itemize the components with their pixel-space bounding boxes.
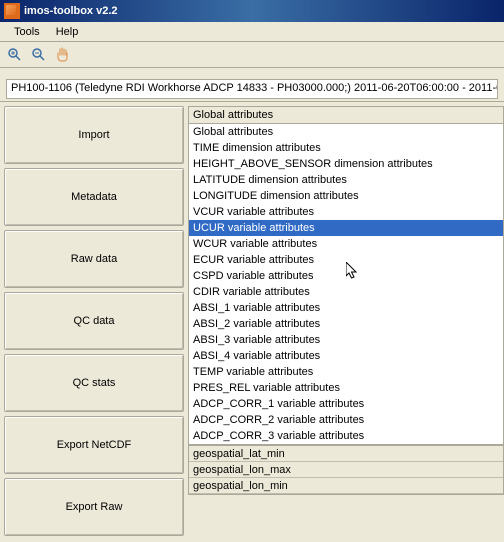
attributes-list[interactable]: Global attributesTIME dimension attribut… — [188, 124, 504, 445]
list-item[interactable]: ABSI_3 variable attributes — [189, 332, 503, 348]
list-item[interactable]: ADCP_CORR_1 variable attributes — [189, 396, 503, 412]
export-netcdf-button[interactable]: Export NetCDF — [4, 416, 184, 474]
breadcrumb-bar: PH100-1106 (Teledyne RDI Workhorse ADCP … — [0, 76, 504, 102]
list-item[interactable]: WCUR variable attributes — [189, 236, 503, 252]
list-item[interactable]: ABSI_1 variable attributes — [189, 300, 503, 316]
menu-tools[interactable]: Tools — [6, 24, 48, 40]
list-item[interactable]: geospatial_lon_min — [189, 478, 503, 494]
metadata-button[interactable]: Metadata — [4, 168, 184, 226]
list-item[interactable]: VCUR variable attributes — [189, 204, 503, 220]
list-item[interactable]: LATITUDE dimension attributes — [189, 172, 503, 188]
list-item[interactable]: ABSI_4 variable attributes — [189, 348, 503, 364]
section-header: Global attributes — [188, 106, 504, 124]
list-item[interactable]: ABSI_2 variable attributes — [189, 316, 503, 332]
titlebar: imos-toolbox v2.2 — [0, 0, 504, 22]
list-item[interactable]: ECUR variable attributes — [189, 252, 503, 268]
menu-help[interactable]: Help — [48, 24, 87, 40]
window-title: imos-toolbox v2.2 — [24, 5, 118, 17]
right-panel: Global attributes Global attributesTIME … — [188, 102, 504, 540]
list-item[interactable]: Global attributes — [189, 124, 503, 140]
list-item[interactable]: ADCP_CORR_3 variable attributes — [189, 428, 503, 444]
list-item[interactable]: ADCP_CORR_2 variable attributes — [189, 412, 503, 428]
list-item[interactable]: geospatial_lon_max — [189, 462, 503, 478]
qc-stats-button[interactable]: QC stats — [4, 354, 184, 412]
geospatial-list[interactable]: geospatial_lat_mingeospatial_lon_maxgeos… — [188, 445, 504, 495]
list-item[interactable]: TIME dimension attributes — [189, 140, 503, 156]
list-item[interactable]: TEMP variable attributes — [189, 364, 503, 380]
breadcrumb-text[interactable]: PH100-1106 (Teledyne RDI Workhorse ADCP … — [6, 79, 498, 99]
qc-data-button[interactable]: QC data — [4, 292, 184, 350]
export-raw-button[interactable]: Export Raw — [4, 478, 184, 536]
zoom-in-icon[interactable] — [6, 46, 24, 64]
list-item[interactable]: CSPD variable attributes — [189, 268, 503, 284]
raw-data-button[interactable]: Raw data — [4, 230, 184, 288]
menubar: Tools Help — [0, 22, 504, 42]
main-area: Import Metadata Raw data QC data QC stat… — [0, 102, 504, 540]
import-button[interactable]: Import — [4, 106, 184, 164]
left-panel: Import Metadata Raw data QC data QC stat… — [0, 102, 188, 540]
list-item[interactable]: CDIR variable attributes — [189, 284, 503, 300]
pan-icon[interactable] — [54, 46, 72, 64]
list-item[interactable]: UCUR variable attributes — [189, 220, 503, 236]
toolbar — [0, 42, 504, 68]
zoom-out-icon[interactable] — [30, 46, 48, 64]
list-item[interactable]: HEIGHT_ABOVE_SENSOR dimension attributes — [189, 156, 503, 172]
list-item[interactable]: PRES_REL variable attributes — [189, 380, 503, 396]
app-icon — [4, 3, 20, 19]
list-item[interactable]: geospatial_lat_min — [189, 446, 503, 462]
list-item[interactable]: LONGITUDE dimension attributes — [189, 188, 503, 204]
